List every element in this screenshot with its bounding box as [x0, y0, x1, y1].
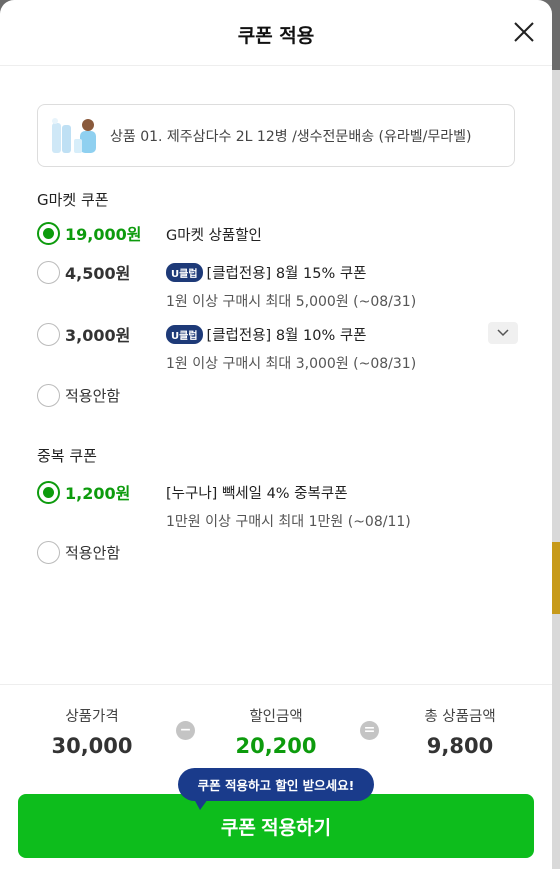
radio-selected[interactable]	[37, 480, 60, 504]
coupon-desc-text: [클럽전용] 8월 15% 쿠폰	[206, 266, 367, 282]
coupon-amount: 3,000원	[65, 326, 131, 345]
product-price-label: 상품가격	[65, 709, 119, 725]
coupon-amount: 4,500원	[65, 264, 131, 283]
total-price-value: 9,800	[426, 734, 494, 758]
coupon-option-none[interactable]: 적용안함	[37, 384, 120, 407]
uclub-badge: U클럽	[166, 263, 203, 282]
chevron-down-icon	[497, 329, 509, 337]
product-name: 상품 01. 제주삼다수 2L 12병 /생수전문배송 (유라벨/무라벨)	[110, 128, 472, 145]
total-price-label: 총 상품금액	[424, 709, 496, 725]
coupon-desc: U클럽 [클럽전용] 8월 10% 쿠폰 1원 이상 구매시 최대 3,000원 …	[166, 324, 416, 373]
none-label: 적용안함	[65, 544, 121, 562]
modal-title: 쿠폰 적용	[237, 25, 315, 47]
apply-tooltip: 쿠폰 적용하고 할인 받으세요!	[178, 768, 374, 810]
expand-more-button[interactable]	[488, 322, 518, 344]
coupon-modal: 쿠폰 적용 상품 01. 제주삼다수 2L 12병 /생수전문배송 (유라벨/무…	[0, 0, 552, 869]
product-card: 상품 01. 제주삼다수 2L 12병 /생수전문배송 (유라벨/무라벨)	[37, 104, 515, 167]
total-price: 총 상품금액 9,800	[406, 705, 514, 758]
coupon-option-3000[interactable]: 3,000원	[37, 322, 130, 346]
minus-icon: −	[176, 721, 195, 740]
coupon-condition: 1원 이상 구매시 최대 5,000원 (~08/31)	[166, 294, 417, 310]
background-page-banner	[552, 542, 560, 614]
coupon-condition: 1원 이상 구매시 최대 3,000원 (~08/31)	[166, 356, 417, 372]
equals-icon: =	[360, 721, 379, 740]
coupon-option-19000[interactable]: 19,000원	[37, 221, 141, 245]
uclub-badge: U클럽	[166, 325, 203, 344]
gmarket-coupon-title: G마켓 쿠폰	[37, 191, 109, 209]
radio-unselected[interactable]	[37, 541, 60, 564]
discount-label: 할인금액	[249, 709, 303, 725]
duplicate-coupon-title: 중복 쿠폰	[37, 447, 97, 465]
discount-value: 20,200	[235, 734, 317, 758]
coupon-amount: 19,000원	[65, 225, 142, 244]
radio-unselected[interactable]	[37, 260, 60, 284]
duplicate-coupon-option-1200[interactable]: 1,200원	[37, 480, 130, 504]
coupon-option-4500[interactable]: 4,500원	[37, 260, 130, 284]
product-thumbnail	[52, 117, 96, 153]
none-label: 적용안함	[65, 387, 121, 405]
discount-amount: 할인금액 20,200	[226, 705, 326, 758]
coupon-desc-text: [클럽전용] 8월 10% 쿠폰	[206, 328, 367, 344]
modal-header: 쿠폰 적용	[0, 0, 552, 66]
close-icon[interactable]	[512, 20, 536, 44]
radio-unselected[interactable]	[37, 322, 60, 346]
coupon-desc: [누구나] 빽세일 4% 중복쿠폰 1만원 이상 구매시 최대 1만원 (~08…	[166, 482, 411, 531]
coupon-condition: 1만원 이상 구매시 최대 1만원 (~08/11)	[166, 514, 411, 530]
background-page-edge	[552, 70, 560, 869]
radio-selected[interactable]	[37, 221, 60, 245]
duplicate-coupon-option-none[interactable]: 적용안함	[37, 541, 120, 564]
coupon-desc: G마켓 상품할인	[166, 224, 262, 245]
coupon-desc-text: [누구나] 빽세일 4% 중복쿠폰	[166, 486, 348, 502]
radio-unselected[interactable]	[37, 384, 60, 407]
coupon-desc-text: G마켓 상품할인	[166, 228, 262, 244]
coupon-amount: 1,200원	[65, 484, 131, 503]
product-price: 상품가격 30,000	[46, 705, 138, 758]
coupon-desc: U클럽 [클럽전용] 8월 15% 쿠폰 1원 이상 구매시 최대 5,000원 …	[166, 262, 416, 311]
apply-coupon-button[interactable]: 쿠폰 적용하기	[18, 794, 534, 858]
product-price-value: 30,000	[51, 734, 133, 758]
